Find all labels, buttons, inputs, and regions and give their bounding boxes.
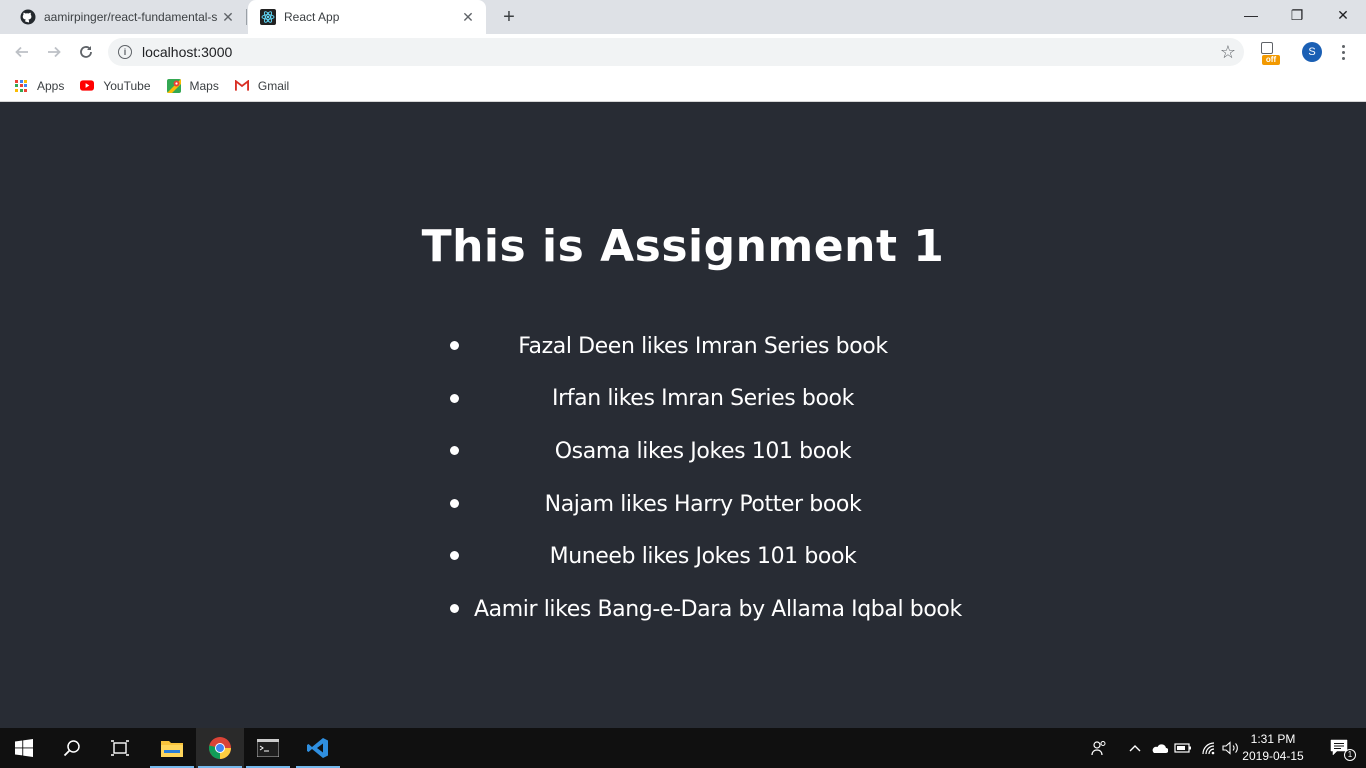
close-tab-icon[interactable]: ✕	[220, 9, 236, 25]
search-icon	[63, 740, 80, 757]
restore-button[interactable]: ❐	[1274, 0, 1320, 30]
clock-date: 2019-04-15	[1242, 749, 1304, 763]
windows-taskbar: 1:31 PM 2019-04-15 1	[0, 728, 1366, 768]
address-bar[interactable]: i localhost:3000 ☆	[108, 38, 1244, 66]
start-button[interactable]	[0, 728, 48, 768]
browser-toolbar: i localhost:3000 ☆ off S	[0, 34, 1366, 70]
list-item: Osama likes Jokes 101 book	[450, 425, 955, 478]
close-tab-icon[interactable]: ✕	[460, 9, 476, 25]
start-icon	[15, 739, 33, 757]
bookmark-label: Maps	[189, 78, 219, 93]
list-item-text: Fazal Deen likes Imran Series book	[518, 333, 888, 359]
forward-button[interactable]	[42, 40, 66, 64]
bullet-icon	[450, 498, 459, 508]
task-view-icon	[111, 740, 129, 756]
back-arrow-icon	[15, 46, 28, 58]
youtube-icon	[80, 79, 95, 93]
react-icon	[260, 9, 276, 25]
list-item-text: Irfan likes Imran Series book	[552, 386, 854, 412]
chrome-icon	[208, 737, 231, 759]
page-title: This is Assignment 1	[421, 221, 945, 272]
bookmark-gmail[interactable]: Gmail	[234, 78, 290, 93]
bookmark-maps[interactable]: Maps	[166, 78, 219, 93]
wifi-icon[interactable]	[1198, 728, 1220, 768]
forward-arrow-icon	[48, 46, 61, 58]
apps-grid-icon	[14, 79, 28, 93]
list-item: Muneeb likes Jokes 101 book	[450, 530, 955, 583]
bookmarks-bar: Apps YouTube Maps Gmail	[0, 70, 1366, 102]
volume-icon[interactable]	[1220, 728, 1242, 768]
bookmark-youtube[interactable]: YouTube	[80, 78, 151, 93]
list-item: Aamir likes Bang-e-Dara by Allama Iqbal …	[450, 583, 962, 636]
list-item-text: Muneeb likes Jokes 101 book	[549, 544, 857, 570]
action-center-button[interactable]: 1	[1320, 728, 1360, 768]
list-item: Fazal Deen likes Imran Series book	[450, 320, 955, 373]
tab-separator	[246, 9, 247, 25]
bullet-icon	[450, 551, 459, 561]
notification-count: 1	[1344, 749, 1356, 761]
reload-button[interactable]	[74, 40, 98, 64]
list-item-text: Najam likes Harry Potter book	[544, 491, 862, 517]
list-item-text: Osama likes Jokes 101 book	[554, 438, 852, 464]
bullet-icon	[450, 393, 459, 403]
new-tab-button[interactable]: +	[498, 6, 520, 28]
list-item-text: Aamir likes Bang-e-Dara by Allama Iqbal …	[474, 596, 962, 622]
extension-icon	[1261, 42, 1273, 54]
clock-time: 1:31 PM	[1250, 732, 1296, 746]
bookmark-label: YouTube	[103, 78, 151, 93]
gmail-icon	[234, 79, 249, 93]
onedrive-icon[interactable]	[1148, 728, 1170, 768]
bookmark-label: Gmail	[257, 78, 290, 93]
minimize-button[interactable]: —	[1228, 0, 1274, 30]
search-button[interactable]	[48, 728, 96, 768]
file-explorer-button[interactable]	[148, 728, 196, 768]
bookmark-label: Apps	[37, 78, 65, 93]
battery-icon[interactable]	[1172, 728, 1194, 768]
bullet-icon	[450, 341, 459, 350]
file-explorer-icon	[161, 741, 183, 757]
terminal-icon	[257, 739, 279, 757]
chevron-up-icon[interactable]	[1126, 728, 1144, 768]
vscode-icon	[307, 738, 328, 758]
tab-strip: aamirpinger/react-fundamental-s ✕ React …	[0, 0, 1366, 34]
extension-button[interactable]: off	[1258, 42, 1280, 65]
tab-title: aamirpinger/react-fundamental-s	[44, 10, 218, 24]
list-item: Irfan likes Imran Series book	[450, 373, 955, 426]
reload-icon	[80, 46, 92, 58]
close-window-button[interactable]: ✕	[1320, 0, 1366, 30]
profile-avatar[interactable]: S	[1302, 42, 1322, 62]
tab-react-app[interactable]: React App ✕	[248, 0, 486, 34]
bookmark-apps[interactable]: Apps	[14, 79, 64, 93]
site-info-icon[interactable]: i	[118, 45, 132, 59]
bullet-icon	[450, 446, 459, 456]
tab-title: React App	[284, 10, 340, 24]
terminal-button[interactable]	[244, 728, 292, 768]
vscode-button[interactable]	[294, 728, 342, 768]
react-app-page: This is Assignment 1 Fazal Deen likes Im…	[0, 103, 1366, 728]
bullet-icon	[450, 603, 459, 613]
people-icon[interactable]	[1088, 728, 1110, 768]
maps-icon	[166, 78, 181, 93]
task-view-button[interactable]	[96, 728, 144, 768]
tab-github[interactable]: aamirpinger/react-fundamental-s ✕	[8, 0, 246, 34]
book-list: Fazal Deen likes Imran Series book Irfan…	[450, 320, 962, 636]
list-item: Najam likes Harry Potter book	[450, 478, 955, 531]
address-url[interactable]: localhost:3000	[142, 44, 232, 60]
chrome-button[interactable]	[196, 728, 244, 768]
github-icon	[20, 9, 36, 25]
back-button[interactable]	[10, 40, 34, 64]
system-clock[interactable]: 1:31 PM 2019-04-15	[1240, 731, 1306, 765]
browser-menu-icon[interactable]	[1336, 40, 1350, 64]
bookmark-star-icon[interactable]: ☆	[1220, 42, 1236, 63]
extension-badge: off	[1262, 55, 1280, 65]
